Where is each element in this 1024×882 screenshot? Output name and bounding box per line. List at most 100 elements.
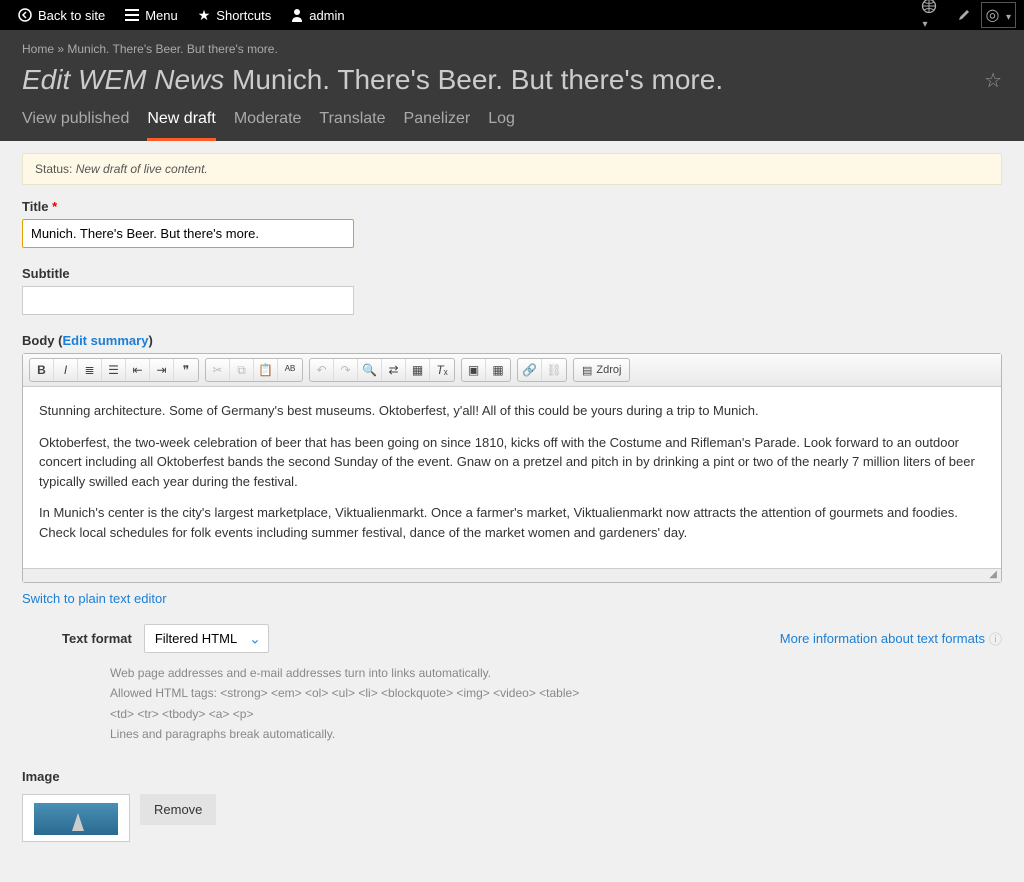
primary-tabs: View published New draft Moderate Transl… [22, 110, 1002, 141]
user-icon [291, 8, 303, 22]
unordered-list-icon: ☰ [108, 363, 119, 377]
title-input[interactable] [22, 219, 354, 248]
tab-log[interactable]: Log [488, 110, 515, 141]
spellcheck-button[interactable]: ᴬᴮ [278, 359, 302, 381]
admin-toolbar: Back to site Menu ★ Shortcuts admin ▾ ◎ … [0, 0, 1024, 30]
remove-image-button[interactable]: Remove [140, 794, 216, 825]
editor-toolbar: B I ≣ ☰ ⇤ ⇥ ❞ ✂ ⧉ 📋 ᴬᴮ ↶ ↷ 🔍 [23, 354, 1001, 387]
title-label: Title * [22, 199, 1002, 214]
menu-button[interactable]: Menu [115, 8, 188, 23]
body-paragraph: Oktoberfest, the two-week celebration of… [39, 433, 985, 492]
env-button[interactable]: ◎ ▾ [981, 2, 1016, 28]
page-title-main: Munich. There's Beer. But there's more. [232, 64, 723, 95]
body-label: Body (Edit summary) [22, 333, 1002, 348]
more-info-link[interactable]: More information about text formats ⓘ [780, 629, 1002, 648]
image-label: Image [22, 769, 1002, 784]
user-button[interactable]: admin [281, 8, 354, 23]
selectall-icon: ▦ [412, 363, 423, 377]
field-title: Title * [22, 199, 1002, 248]
undo-button[interactable]: ↶ [310, 359, 334, 381]
field-image: Image Remove [22, 769, 1002, 842]
pencil-icon [957, 8, 971, 22]
tab-new-draft[interactable]: New draft [147, 110, 215, 141]
cut-button[interactable]: ✂ [206, 359, 230, 381]
field-subtitle: Subtitle [22, 266, 1002, 315]
indent-button[interactable]: ⇥ [150, 359, 174, 381]
format-help-text: Web page addresses and e-mail addresses … [22, 663, 582, 745]
italic-button[interactable]: I [54, 359, 78, 381]
star-outline-icon[interactable]: ☆ [984, 68, 1002, 93]
subtitle-input[interactable] [22, 286, 354, 315]
language-button[interactable]: ▾ [911, 0, 947, 32]
selectall-button[interactable]: ▦ [406, 359, 430, 381]
user-label: admin [309, 8, 344, 23]
replace-button[interactable]: ⇄ [382, 359, 406, 381]
hamburger-icon [125, 9, 139, 21]
page-title-prefix: Edit WEM News [22, 64, 224, 95]
editor-resize-handle[interactable]: ◢ [23, 568, 1001, 582]
globe-icon [921, 0, 937, 14]
paste-button[interactable]: 📋 [254, 359, 278, 381]
required-marker: * [52, 199, 57, 214]
tab-translate[interactable]: Translate [319, 110, 385, 141]
shortcuts-button[interactable]: ★ Shortcuts [188, 7, 281, 24]
back-to-site-button[interactable]: Back to site [8, 8, 115, 23]
edit-summary-link[interactable]: Edit summary [62, 333, 148, 348]
indent-icon: ⇥ [156, 363, 166, 377]
tab-view-published[interactable]: View published [22, 110, 129, 141]
tab-moderate[interactable]: Moderate [234, 110, 302, 141]
status-label: Status: [35, 162, 76, 176]
link-icon: 🔗 [522, 363, 537, 377]
redo-button[interactable]: ↷ [334, 359, 358, 381]
page-header: Home » Munich. There's Beer. But there's… [0, 30, 1024, 141]
find-button[interactable]: 🔍 [358, 359, 382, 381]
quote-icon: ❞ [183, 363, 189, 377]
switch-plain-text-link[interactable]: Switch to plain text editor [22, 591, 167, 606]
copy-button[interactable]: ⧉ [230, 359, 254, 381]
paste-icon: 📋 [258, 363, 273, 377]
body-paragraph: Stunning architecture. Some of Germany's… [39, 401, 985, 421]
ordered-list-button[interactable]: ≣ [78, 359, 102, 381]
edit-button[interactable] [947, 8, 981, 22]
field-body: Body (Edit summary) B I ≣ ☰ ⇤ ⇥ ❞ ✂ ⧉ 📋 … [22, 333, 1002, 745]
table-button[interactable]: ▦ [486, 359, 510, 381]
back-to-site-label: Back to site [38, 8, 105, 23]
editor-body[interactable]: Stunning architecture. Some of Germany's… [23, 387, 1001, 568]
main-content: Status: New draft of live content. Title… [0, 141, 1024, 882]
table-icon: ▦ [492, 363, 503, 377]
bold-button[interactable]: B [30, 359, 54, 381]
removeformat-button[interactable]: Tₓ [430, 359, 454, 381]
shortcuts-label: Shortcuts [216, 8, 271, 23]
unordered-list-button[interactable]: ☰ [102, 359, 126, 381]
image-thumbnail[interactable] [22, 794, 130, 842]
text-format-select[interactable]: Filtered HTML [144, 624, 269, 653]
body-paragraph: In Munich's center is the city's largest… [39, 503, 985, 542]
caret-down-icon: ▾ [923, 19, 928, 30]
ordered-list-icon: ≣ [84, 363, 94, 377]
text-format-row: Text format Filtered HTML ⌄ More informa… [22, 606, 1002, 659]
source-label: Zdroj [596, 364, 621, 376]
target-icon: ◎ [986, 7, 1000, 24]
replace-icon: ⇄ [388, 363, 398, 377]
blockquote-button[interactable]: ❞ [174, 359, 198, 381]
link-button[interactable]: 🔗 [518, 359, 542, 381]
help-icon: ⓘ [989, 629, 1002, 648]
unlink-button[interactable]: ⛓ [542, 359, 566, 381]
breadcrumb[interactable]: Home » Munich. There's Beer. But there's… [22, 42, 1002, 56]
tab-panelizer[interactable]: Panelizer [404, 110, 471, 141]
subtitle-label: Subtitle [22, 266, 1002, 281]
image-button[interactable]: ▣ [462, 359, 486, 381]
undo-icon: ↶ [316, 363, 326, 377]
unlink-icon: ⛓ [546, 363, 561, 377]
spellcheck-icon: ᴬᴮ [285, 363, 295, 377]
status-value: New draft of live content. [76, 162, 208, 176]
cut-icon: ✂ [212, 363, 222, 377]
page-title: Edit WEM News Munich. There's Beer. But … [22, 64, 1002, 96]
text-format-label: Text format [62, 631, 132, 646]
source-icon: ▤ [582, 364, 592, 377]
rich-text-editor: B I ≣ ☰ ⇤ ⇥ ❞ ✂ ⧉ 📋 ᴬᴮ ↶ ↷ 🔍 [22, 353, 1002, 583]
menu-label: Menu [145, 8, 178, 23]
source-button[interactable]: ▤ Zdroj [574, 359, 629, 381]
copy-icon: ⧉ [237, 363, 246, 378]
outdent-button[interactable]: ⇤ [126, 359, 150, 381]
